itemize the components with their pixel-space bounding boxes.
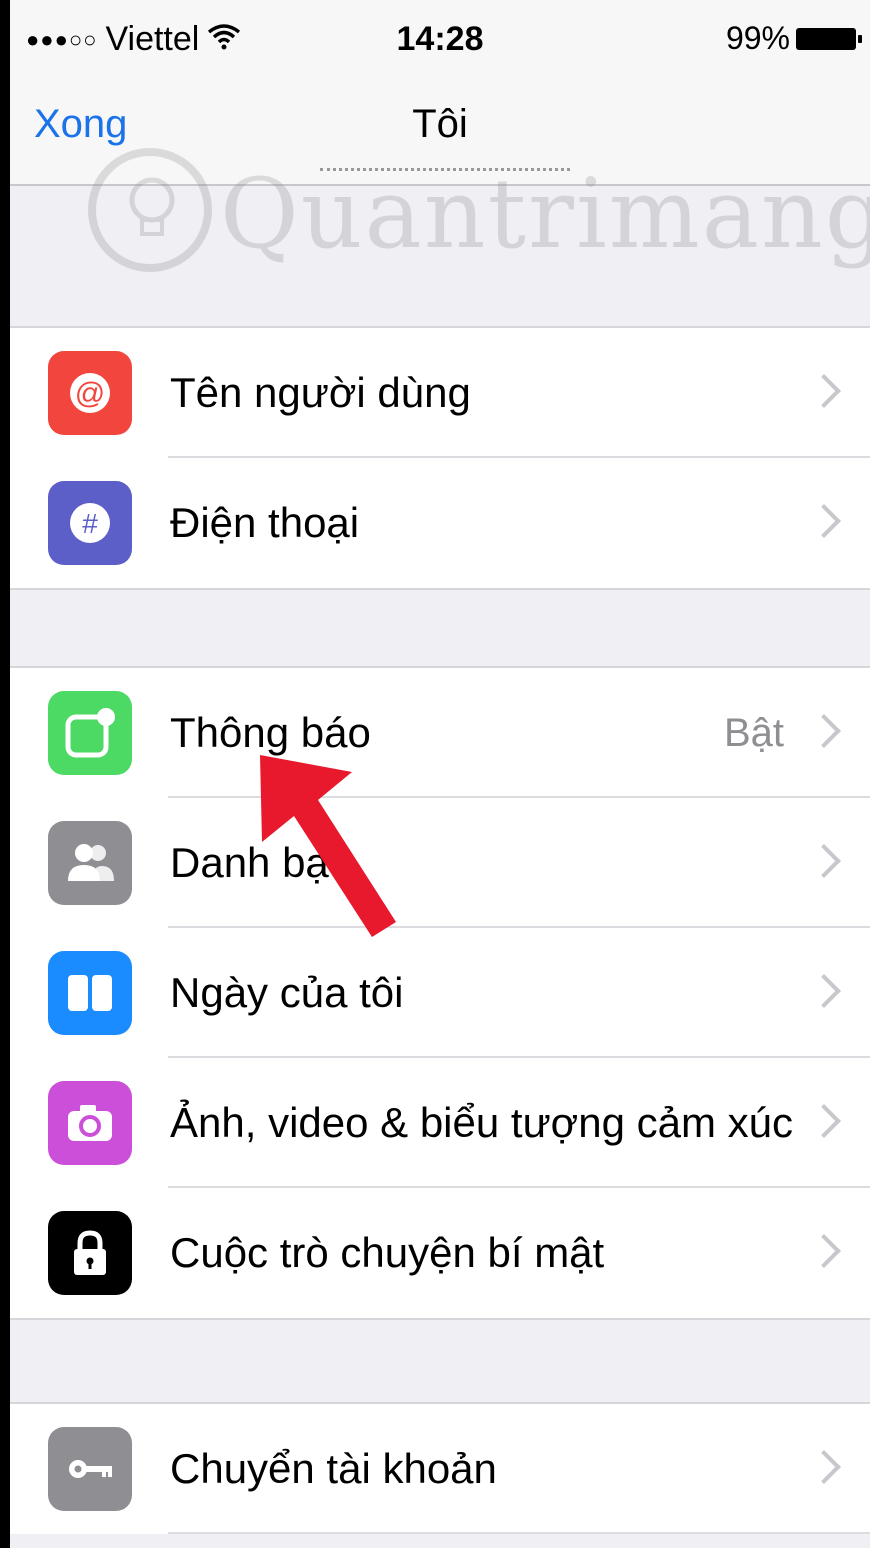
my-day-icon — [48, 951, 132, 1035]
frame-edge — [0, 0, 10, 1548]
row-username[interactable]: @ Tên người dùng — [10, 328, 870, 458]
row-secret-conversations-label: Cuộc trò chuyện bí mật — [170, 1229, 605, 1276]
row-phone-label: Điện thoại — [170, 499, 360, 546]
battery-icon — [796, 27, 862, 50]
chevron-right-icon — [807, 1104, 841, 1138]
chevron-right-icon — [807, 844, 841, 878]
battery-percent: 99% — [725, 20, 790, 56]
row-notifications-value: Bật — [723, 711, 784, 755]
row-phone[interactable]: # Điện thoại — [10, 458, 870, 588]
row-secret-conversations[interactable]: Cuộc trò chuyện bí mật — [10, 1188, 870, 1318]
chevron-right-icon — [807, 374, 841, 408]
screen: ●●●○○ Viettel 14:28 99% Xong Tôi Quantri… — [0, 0, 870, 1548]
svg-text:#: # — [82, 508, 98, 539]
camera-icon — [48, 1081, 132, 1165]
notification-icon — [48, 691, 132, 775]
row-photos-videos-emoji-label: Ảnh, video & biểu tượng cảm xúc — [170, 1099, 793, 1146]
chevron-right-icon — [807, 1450, 841, 1484]
svg-text:@: @ — [75, 377, 105, 410]
account-group: @ Tên người dùng # Điện thoại — [10, 326, 870, 590]
row-my-day[interactable]: Ngày của tôi — [10, 928, 870, 1058]
chevron-right-icon — [807, 714, 841, 748]
account-switch-group: Chuyển tài khoản — [10, 1402, 870, 1534]
chevron-right-icon — [807, 1234, 841, 1268]
hash-icon: # — [48, 481, 132, 565]
row-username-label: Tên người dùng — [170, 369, 471, 416]
at-icon: @ — [48, 351, 132, 435]
row-photos-videos-emoji[interactable]: Ảnh, video & biểu tượng cảm xúc — [10, 1058, 870, 1188]
profile-name-strip — [320, 168, 570, 187]
row-switch-account-label: Chuyển tài khoản — [170, 1445, 497, 1492]
status-bar: ●●●○○ Viettel 14:28 99% — [10, 0, 870, 80]
settings-group: Thông báo Bật Danh bạ Ngày của tôi Ảnh, … — [10, 666, 870, 1320]
row-notifications-label: Thông báo — [170, 709, 371, 756]
contacts-icon — [48, 821, 132, 905]
chevron-right-icon — [807, 504, 841, 538]
chevron-right-icon — [807, 974, 841, 1008]
row-switch-account[interactable]: Chuyển tài khoản — [10, 1404, 870, 1534]
page-title: Tôi — [412, 102, 468, 146]
row-my-day-label: Ngày của tôi — [170, 969, 404, 1016]
key-icon — [48, 1427, 132, 1511]
row-contacts[interactable]: Danh bạ — [10, 798, 870, 928]
lock-icon — [48, 1211, 132, 1295]
row-notifications[interactable]: Thông báo Bật — [10, 668, 870, 798]
row-contacts-label: Danh bạ — [170, 839, 329, 886]
